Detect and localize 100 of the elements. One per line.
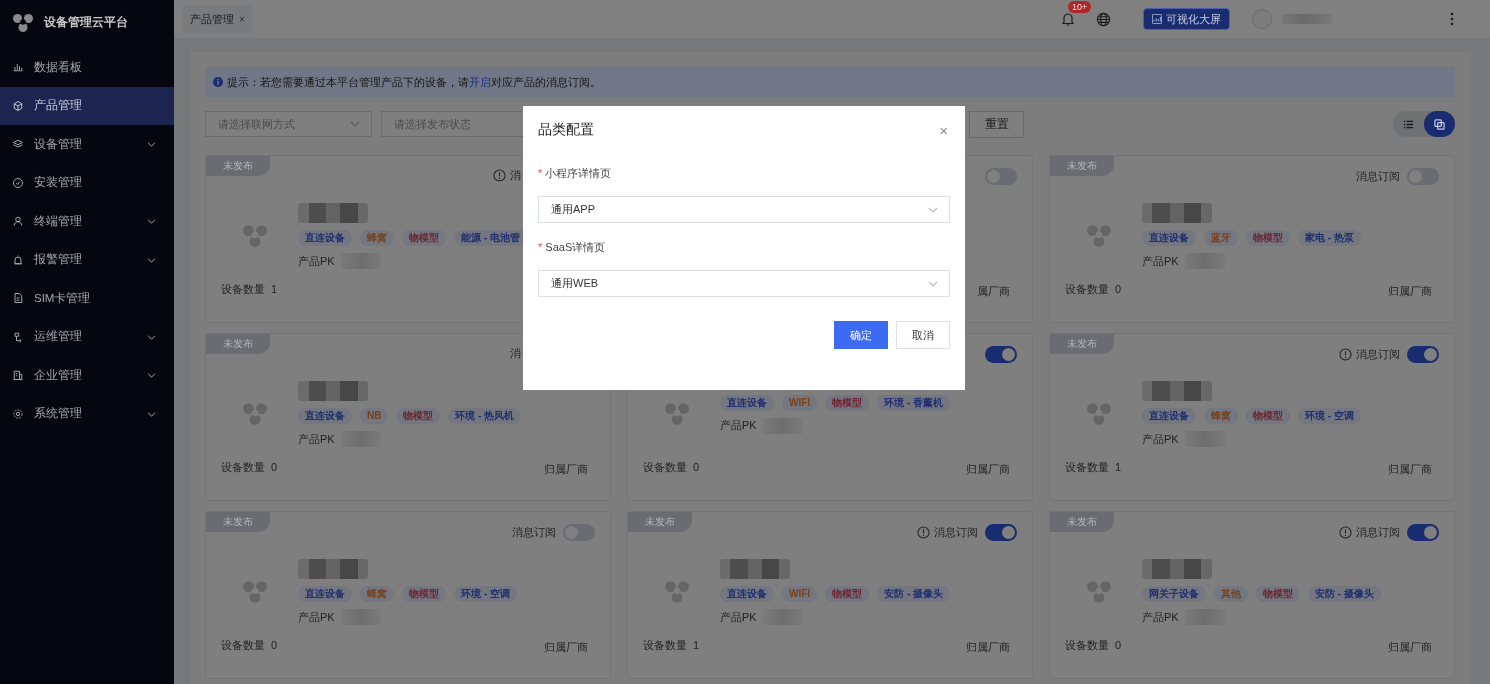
product-logo-icon: [1086, 580, 1112, 604]
status-ribbon: 未发布: [206, 156, 270, 176]
list-icon: [1403, 118, 1414, 130]
tag: 物模型: [402, 586, 446, 602]
device-count: 设备数量 0: [1065, 638, 1122, 653]
gear-icon: [12, 407, 24, 420]
product-card[interactable]: 未发布 消息订阅 直连设备 蓝牙 物模型 家电 - 热泵 产品PK 设备数量 0 归属厂商: [1049, 155, 1455, 323]
tag: WIFI: [782, 394, 818, 411]
subscription-toggle[interactable]: [1407, 346, 1439, 363]
bell-icon[interactable]: [1060, 11, 1076, 27]
status-ribbon: 未发布: [206, 334, 270, 354]
vendor-label: 归属厂商: [1388, 284, 1432, 299]
sidebar-item[interactable]: 数据看板: [0, 48, 174, 87]
pk-label: 产品PK: [1142, 609, 1179, 625]
sidebar-item[interactable]: SIM卡管理: [0, 279, 174, 318]
notification-badge: 10+: [1068, 1, 1092, 13]
sidebar-item[interactable]: 设备管理: [0, 125, 174, 164]
tag: 蜂窝: [360, 586, 394, 602]
product-card[interactable]: 未发布 消息订阅 直连设备 蜂窝 物模型 环境 - 空调 产品PK 设备数量 0 归属厂商: [205, 511, 611, 679]
subscription-label: 消息订阅: [512, 525, 556, 540]
pk-label: 产品PK: [298, 431, 335, 447]
product-logo-icon: [242, 402, 268, 426]
vendor-label: 属厂商: [977, 284, 1010, 299]
status-ribbon: 未发布: [1050, 156, 1114, 176]
blurred-text: [1142, 381, 1212, 401]
card-view-button[interactable]: [1424, 111, 1455, 137]
sidebar-item[interactable]: 终端管理: [0, 202, 174, 241]
chevron-icon: [147, 257, 156, 263]
tag: NB: [360, 408, 389, 424]
status-ribbon: 未发布: [206, 512, 270, 532]
subscription-label: 消: [510, 168, 521, 183]
blurred-text: [298, 203, 368, 223]
pk-label: 产品PK: [720, 418, 757, 433]
reset-button[interactable]: 重置: [969, 110, 1024, 138]
sidebar-item[interactable]: 安装管理: [0, 163, 174, 202]
vendor-label: 归属厂商: [1388, 462, 1432, 477]
subscription-toggle[interactable]: [1407, 524, 1439, 541]
field-label: * SaaS详情页: [538, 240, 607, 255]
page-tab[interactable]: 产品管理 ×: [183, 5, 252, 33]
tag: 环境 - 热风机: [448, 408, 522, 424]
tag: 环境 - 空调: [1298, 408, 1361, 424]
globe-icon[interactable]: [1096, 11, 1111, 27]
sidebar-item[interactable]: 报警管理: [0, 240, 174, 279]
confirm-button[interactable]: 确定: [834, 321, 888, 349]
chevron-icon: [147, 334, 156, 340]
chevron-icon: [147, 142, 156, 147]
product-card[interactable]: 未发布 消息订阅 网关子设备 其他 物模型 安防 - 摄像头 产品PK 设备数量 0 归属厂商: [1049, 511, 1455, 679]
cancel-button[interactable]: 取消: [896, 321, 950, 349]
product-logo-icon: [1086, 402, 1112, 426]
tag: 蜂窝: [1204, 408, 1238, 424]
tag: 蜂窝: [360, 230, 394, 246]
select-field[interactable]: 通用WEB: [538, 270, 950, 297]
status-ribbon: 未发布: [1050, 334, 1114, 354]
caret-icon: [928, 281, 938, 287]
product-card[interactable]: 未发布 消息订阅 直连设备 WIFI 物模型 安防 - 摄像头 产品PK 设备数量 1 归属厂商: [627, 511, 1033, 679]
blurred-text: [1142, 203, 1212, 223]
vendor-label: 归属厂商: [544, 462, 588, 477]
chevron-icon: [147, 411, 156, 417]
check-circle-icon: [12, 176, 24, 189]
dashboard-button[interactable]: 可视化大屏: [1143, 8, 1230, 30]
product-logo-icon: [242, 224, 268, 248]
device-count: 设备数量 0: [1065, 282, 1122, 297]
tag: 家电 - 热泵: [1298, 230, 1361, 246]
info-icon: [1339, 526, 1352, 539]
caret-icon: [928, 207, 938, 213]
device-count: 设备数量 0: [643, 460, 700, 475]
sidebar-item[interactable]: 系统管理: [0, 394, 174, 433]
product-card[interactable]: 未发布 消 直连设备 NB 物模型 环境 - 热风机 产品PK 设备数量 0 归属厂商: [205, 333, 611, 501]
tag: 安防 - 摄像头: [1308, 586, 1381, 602]
cube-icon: [12, 99, 24, 112]
subscription-label: 消息订阅: [1356, 169, 1400, 184]
tag: 直连设备: [720, 586, 774, 602]
device-count: 设备数量 0: [221, 460, 278, 475]
subscription-toggle[interactable]: [985, 346, 1017, 363]
subscription-label: 消息订阅: [1356, 347, 1400, 362]
select-field[interactable]: 通用APP: [538, 196, 950, 223]
product-logo-icon: [664, 580, 690, 604]
tag: 蓝牙: [1204, 230, 1238, 246]
tag: 物模型: [825, 394, 870, 411]
sidebar-item[interactable]: 产品管理: [0, 86, 174, 125]
blurred-text: [298, 381, 368, 401]
sidebar-item[interactable]: 企业管理: [0, 356, 174, 395]
tag: 直连设备: [1142, 408, 1196, 424]
tag: 环境 - 空调: [454, 586, 517, 602]
alarm-icon: [12, 253, 24, 266]
status-ribbon: 未发布: [1050, 512, 1114, 532]
vendor-label: 归属厂商: [544, 640, 588, 655]
copy-icon: [1434, 118, 1445, 130]
chart-icon: [1152, 14, 1162, 24]
blurred-text: [298, 559, 368, 579]
product-card[interactable]: 未发布 消息订阅 直连设备 蜂窝 物模型 环境 - 空调 产品PK 设备数量 1 归属厂商: [1049, 333, 1455, 501]
tag: 物模型: [825, 586, 870, 602]
device-count: 设备数量 1: [1065, 460, 1122, 475]
more-icon[interactable]: [1450, 12, 1454, 26]
subscription-toggle[interactable]: [985, 524, 1017, 541]
info-icon: [1339, 348, 1352, 361]
info-icon: [493, 169, 506, 182]
sidebar-item[interactable]: 运维管理: [0, 317, 174, 356]
close-icon[interactable]: ×: [939, 121, 948, 139]
status-ribbon: 未发布: [628, 512, 692, 532]
